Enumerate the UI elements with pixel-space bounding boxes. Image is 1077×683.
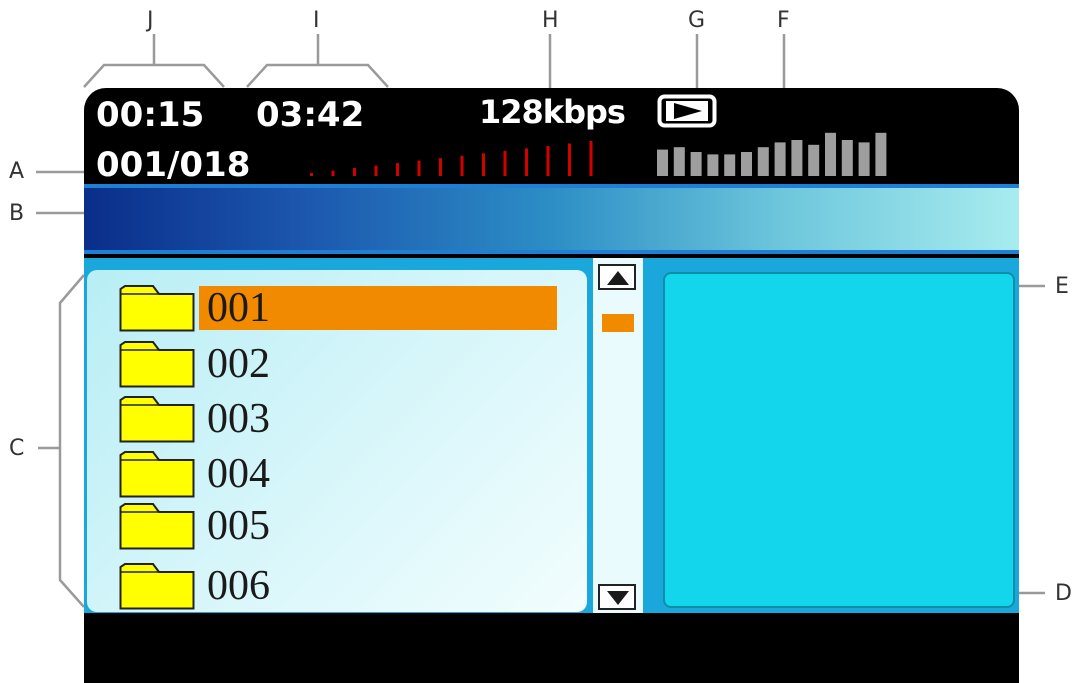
- callout-j: J: [147, 8, 154, 33]
- volume-segment: [568, 143, 571, 176]
- callout-i: I: [313, 8, 320, 33]
- folder-label: 006: [207, 563, 270, 609]
- equalizer-bar: [858, 142, 870, 176]
- equalizer-bar: [724, 154, 736, 176]
- volume-segment: [460, 155, 464, 176]
- equalizer-bar: [757, 147, 769, 176]
- volume-segment: [503, 150, 507, 176]
- callout-c: C: [9, 436, 25, 461]
- equalizer-bar: [707, 154, 719, 176]
- scrollbar[interactable]: [593, 258, 643, 613]
- folder-icon: [119, 563, 195, 610]
- volume-segment: [546, 145, 550, 176]
- equalizer-bar: [741, 152, 752, 176]
- folder-list: 001 002 003 004 005 006: [87, 270, 587, 612]
- preview-pane: [663, 272, 1015, 608]
- volume-segment: [525, 148, 528, 176]
- equalizer-display: [657, 132, 887, 176]
- folder-icon: [119, 396, 195, 443]
- title-band: [84, 184, 1019, 254]
- equalizer-bar: [808, 144, 820, 176]
- folder-label: 001: [199, 286, 557, 330]
- volume-segment: [374, 165, 378, 176]
- folder-icon: [119, 285, 195, 332]
- volume-segment: [353, 168, 356, 176]
- volume-segment: [589, 141, 593, 176]
- play-icon: [657, 94, 717, 128]
- folder-label: 004: [207, 451, 270, 497]
- equalizer-bar: [690, 152, 702, 176]
- elapsed-time: 00:15: [96, 95, 205, 135]
- file-browser: 001 002 003 004 005 006: [84, 258, 1019, 613]
- down-arrow-icon: [607, 591, 629, 605]
- volume-segment: [482, 153, 485, 176]
- up-arrow-icon: [607, 271, 629, 285]
- volume-segment: [396, 163, 399, 176]
- callout-f: F: [777, 8, 790, 33]
- equalizer-bar: [791, 140, 803, 176]
- volume-segment: [310, 173, 313, 176]
- equalizer-bar: [875, 132, 887, 176]
- callout-a: A: [9, 159, 25, 184]
- equalizer-bar: [657, 149, 668, 176]
- folder-icon: [119, 503, 195, 550]
- track-counter: 001/018: [96, 145, 251, 185]
- volume-meter: [310, 141, 593, 176]
- equalizer-bar: [673, 147, 685, 176]
- total-time: 03:42: [256, 95, 365, 135]
- equalizer-bar: [774, 142, 786, 176]
- callout-d: D: [1055, 581, 1072, 606]
- volume-segment: [417, 160, 421, 176]
- folder-label: 003: [207, 396, 270, 442]
- callout-e: E: [1055, 274, 1069, 299]
- player-screen: 00:15 03:42 128kbps 001/018 001 002 003 004…: [84, 88, 1019, 683]
- volume-segment: [439, 158, 442, 176]
- folder-label: 002: [207, 341, 270, 387]
- callout-h: H: [542, 8, 559, 33]
- scroll-down-button[interactable]: [598, 584, 636, 610]
- callout-b: B: [9, 201, 25, 226]
- scroll-thumb[interactable]: [602, 314, 634, 332]
- equalizer-bar: [841, 140, 853, 176]
- folder-icon: [119, 451, 195, 498]
- equalizer-bar: [825, 132, 836, 176]
- callout-g: G: [688, 8, 706, 33]
- scroll-up-button[interactable]: [598, 264, 636, 290]
- bitrate: 128kbps: [479, 93, 626, 131]
- folder-label: 005: [207, 503, 270, 549]
- folder-icon: [119, 341, 195, 388]
- volume-segment: [331, 170, 335, 176]
